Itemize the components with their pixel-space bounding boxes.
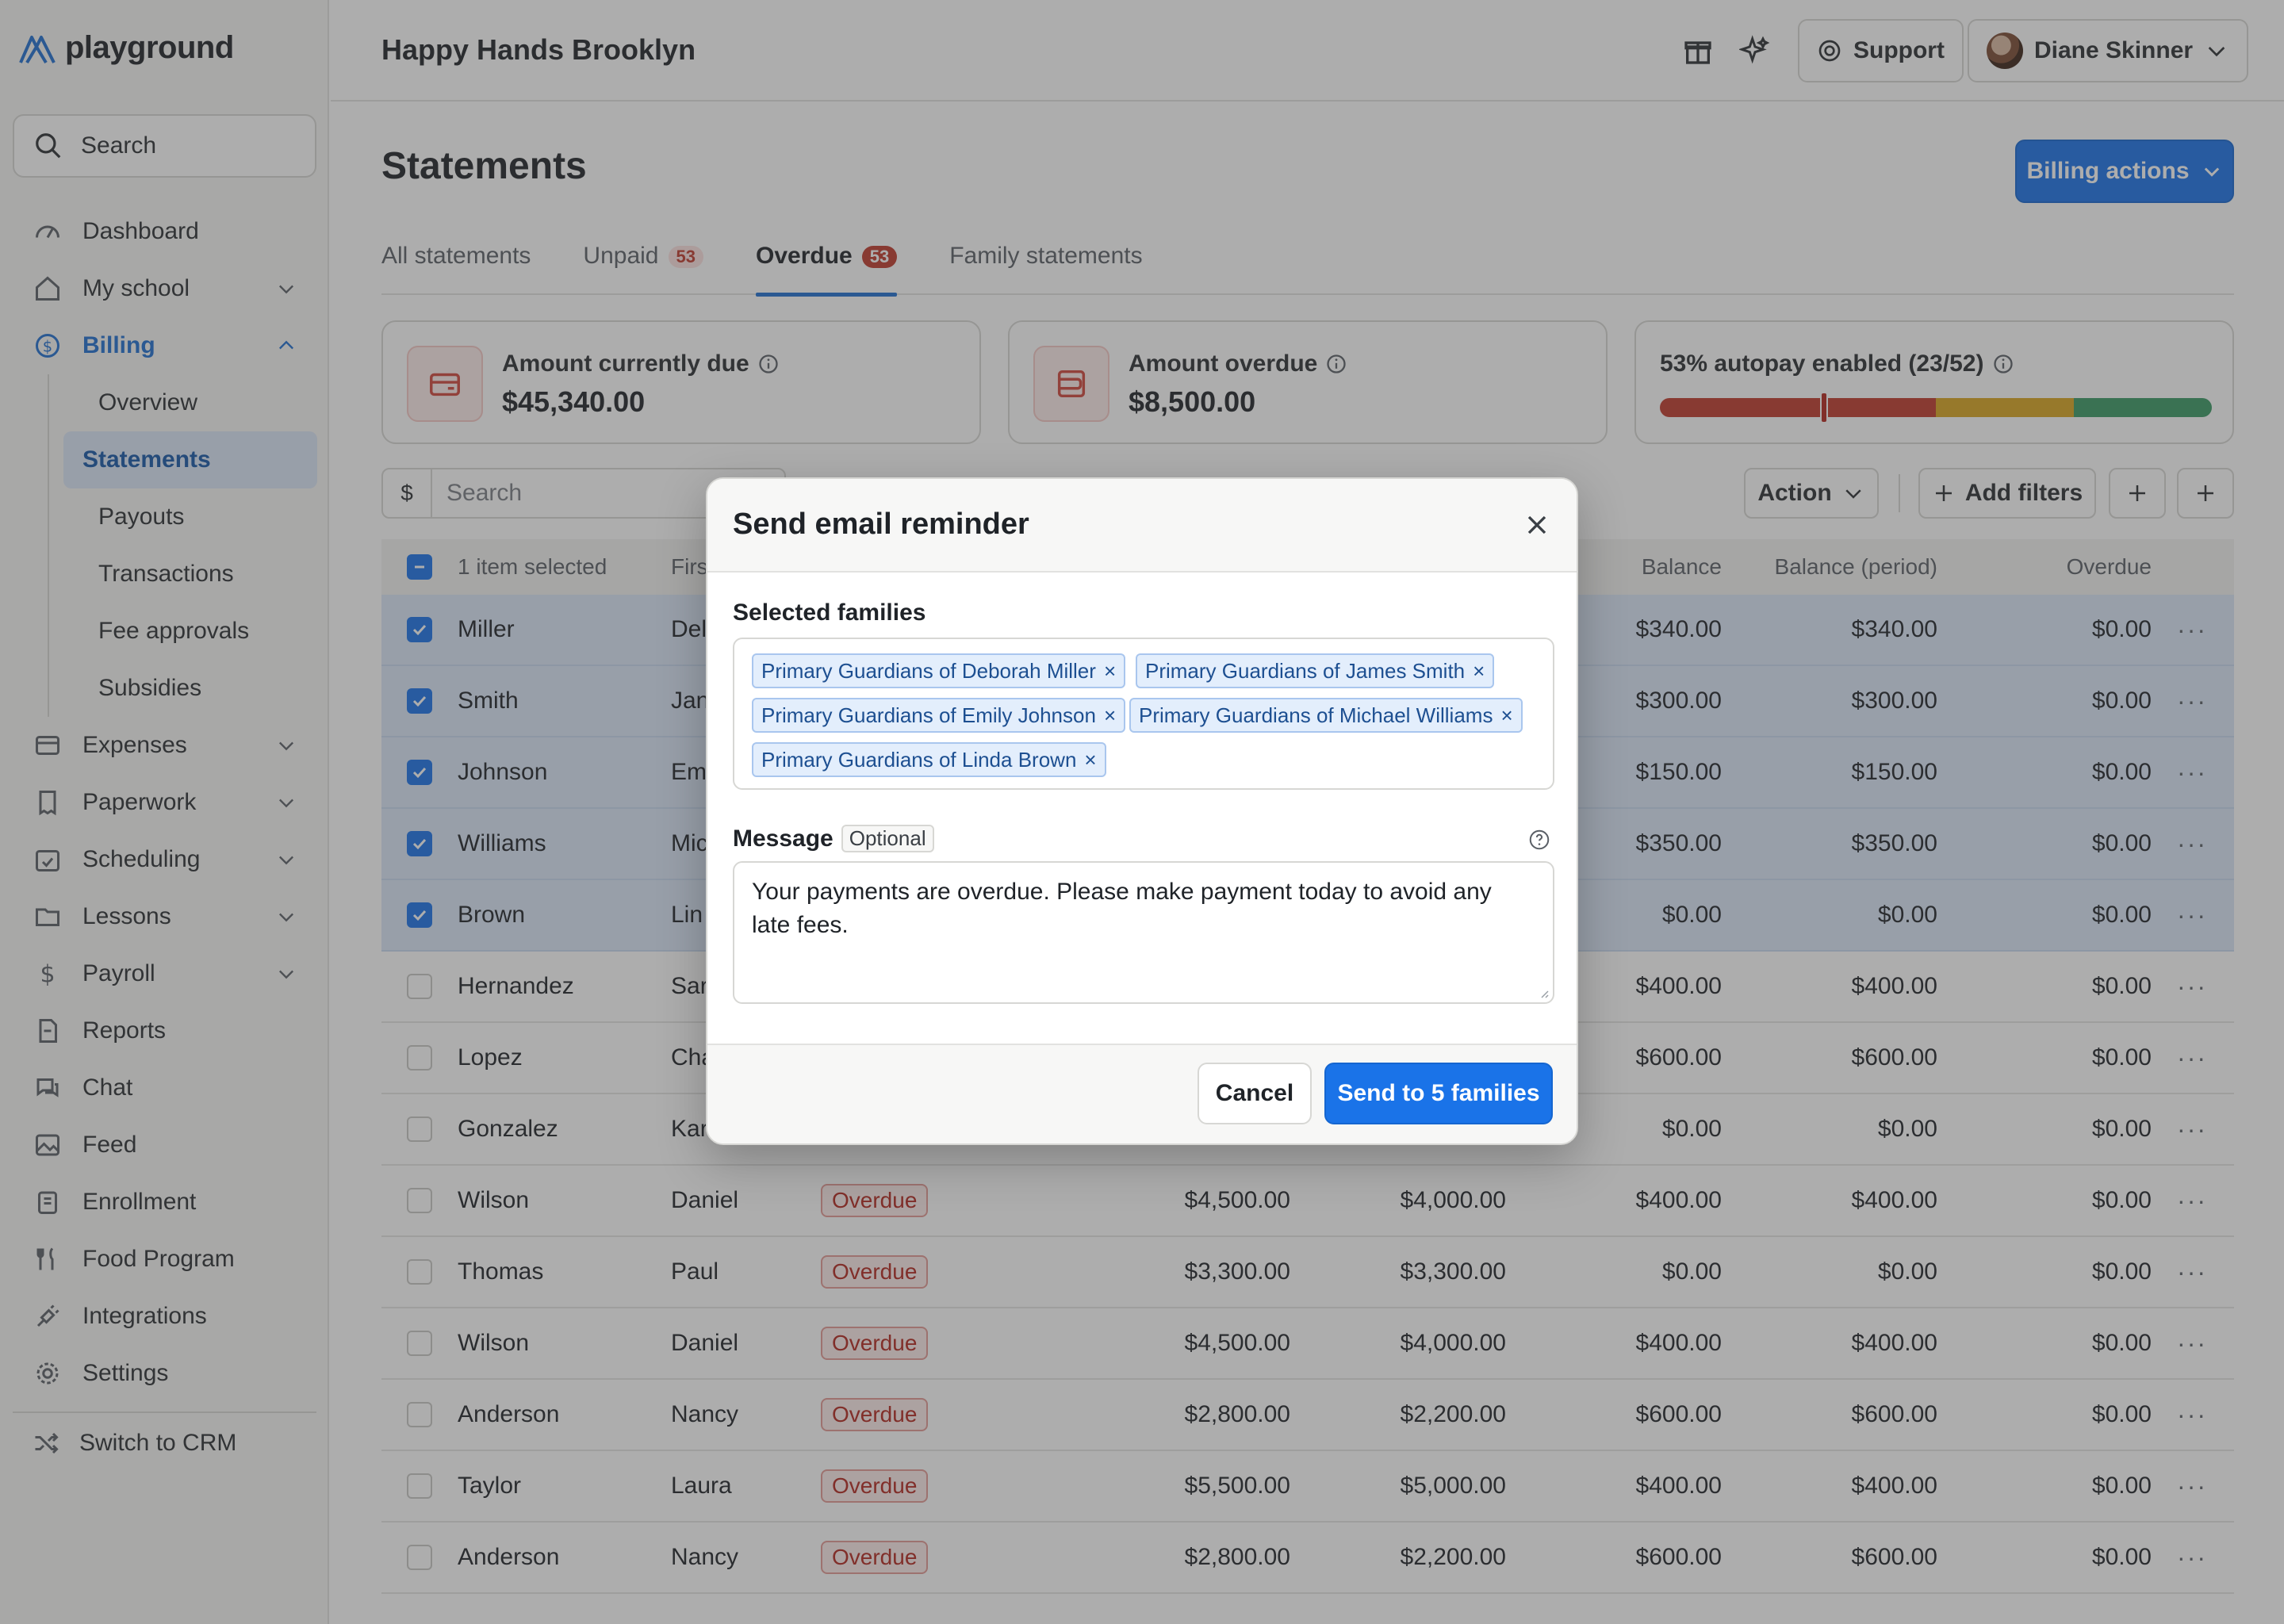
family-chip: Primary Guardians of Deborah Miller × <box>752 653 1126 688</box>
dialog-header: Send email reminder <box>707 479 1577 573</box>
send-email-reminder-dialog: Send email reminder Selected families Pr… <box>706 477 1578 1145</box>
resize-handle-icon[interactable] <box>1537 986 1550 999</box>
close-icon <box>1527 515 1546 534</box>
send-button[interactable]: Send to 5 families <box>1324 1063 1553 1124</box>
message-label-text: Message <box>733 825 834 852</box>
chip-label: Primary Guardians of Michael Williams <box>1139 703 1493 727</box>
chip-label: Primary Guardians of Emily Johnson <box>761 703 1096 727</box>
message-label: Message Optional <box>733 825 934 852</box>
family-chip: Primary Guardians of Michael Williams × <box>1129 698 1523 733</box>
selected-families-label: Selected families <box>733 599 926 626</box>
chip-remove-icon[interactable]: × <box>1084 748 1096 772</box>
help-icon[interactable] <box>1527 828 1551 852</box>
family-chip: Primary Guardians of Emily Johnson × <box>752 698 1126 733</box>
message-textarea[interactable]: Your payments are overdue. Please make p… <box>733 861 1554 1004</box>
chip-label: Primary Guardians of James Smith <box>1145 658 1466 683</box>
message-text: Your payments are overdue. Please make p… <box>752 879 1492 938</box>
selected-families-field[interactable]: Primary Guardians of Deborah Miller × Pri… <box>733 638 1554 790</box>
chip-label: Primary Guardians of Linda Brown <box>761 747 1077 772</box>
cancel-button[interactable]: Cancel <box>1198 1063 1312 1124</box>
optional-tag: Optional <box>841 825 934 852</box>
chip-label: Primary Guardians of Deborah Miller <box>761 658 1096 683</box>
chip-remove-icon[interactable]: × <box>1104 659 1116 684</box>
close-button[interactable] <box>1521 509 1553 541</box>
chip-remove-icon[interactable]: × <box>1473 659 1485 684</box>
family-chip: Primary Guardians of Linda Brown × <box>752 742 1106 777</box>
chip-remove-icon[interactable]: × <box>1500 703 1512 728</box>
dialog-title: Send email reminder <box>733 508 1029 541</box>
dialog-footer: Cancel Send to 5 families <box>707 1044 1577 1143</box>
family-chip: Primary Guardians of James Smith × <box>1136 653 1495 688</box>
chip-remove-icon[interactable]: × <box>1104 703 1116 728</box>
